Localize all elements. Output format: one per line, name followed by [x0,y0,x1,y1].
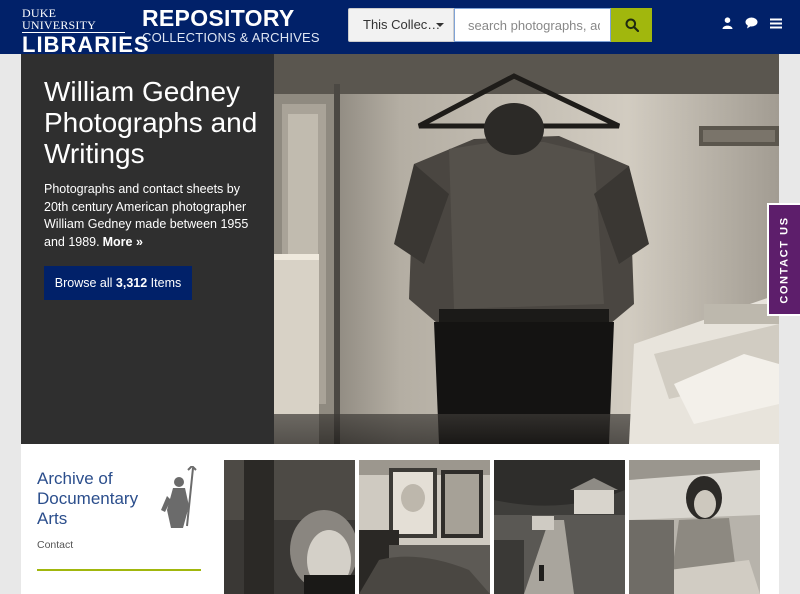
search-button[interactable] [611,8,652,42]
archive-logo-icon [161,466,197,528]
thumbnail-photo-3-image [494,460,625,594]
site-title: REPOSITORY [142,5,295,31]
accent-divider [37,569,201,571]
collection-description-text: Photographs and contact sheets by 20th c… [44,182,249,249]
chat-icon [745,17,757,29]
search-scope-label: This Collec… [363,17,441,32]
hero-photo-image [274,54,779,444]
hero-text-panel: William Gedney Photographs and Writings … [21,54,274,444]
thumbnail-photo-1-image [224,460,355,594]
browse-all-items-button[interactable]: Browse all 3,312 Items [44,266,192,300]
thumbnail-photo-3[interactable] [494,460,625,594]
site-subtitle: COLLECTIONS & ARCHIVES [142,30,320,45]
duke-libraries-logo[interactable]: DUKE UNIVERSITY LIBRARIES [22,7,150,57]
user-icon [722,17,732,29]
collection-hero: William Gedney Photographs and Writings … [21,54,779,444]
chat-button[interactable] [744,16,758,30]
repository-home-link[interactable]: REPOSITORY COLLECTIONS & ARCHIVES [142,5,320,45]
menu-button[interactable] [769,16,783,30]
thumbnail-photo-4[interactable] [629,460,760,594]
archive-name-link[interactable]: Archive of Documentary Arts [37,469,157,529]
logo-top-text: DUKE UNIVERSITY [22,7,125,33]
archive-contact-link[interactable]: Contact [37,539,73,551]
site-header: DUKE UNIVERSITY LIBRARIES REPOSITORY COL… [0,0,800,57]
search-scope-dropdown[interactable]: This Collec… [348,8,454,42]
hero-featured-photo[interactable] [274,54,779,444]
collection-description: Photographs and contact sheets by 20th c… [44,181,249,251]
caret-down-icon [436,23,444,27]
search-icon [625,18,639,32]
user-account-button[interactable] [720,16,734,30]
more-link[interactable]: More » [103,235,143,249]
browse-prefix: Browse all [54,276,113,290]
contact-us-label: CONTACT US [778,215,791,304]
item-count: 3,312 [115,276,148,290]
collection-title: William Gedney Photographs and Writings [44,76,258,169]
menu-icon [770,18,782,28]
search-input[interactable] [454,8,611,42]
browse-suffix: Items [150,276,182,290]
thumbnail-photo-4-image [629,460,760,594]
collection-footer-band: Archive of Documentary Arts Contact [21,444,779,594]
thumbnail-photo-1[interactable] [224,460,355,594]
contact-us-tab[interactable]: CONTACT US [767,203,800,316]
thumbnail-photo-2[interactable] [359,460,490,594]
thumbnail-photo-2-image [359,460,490,594]
